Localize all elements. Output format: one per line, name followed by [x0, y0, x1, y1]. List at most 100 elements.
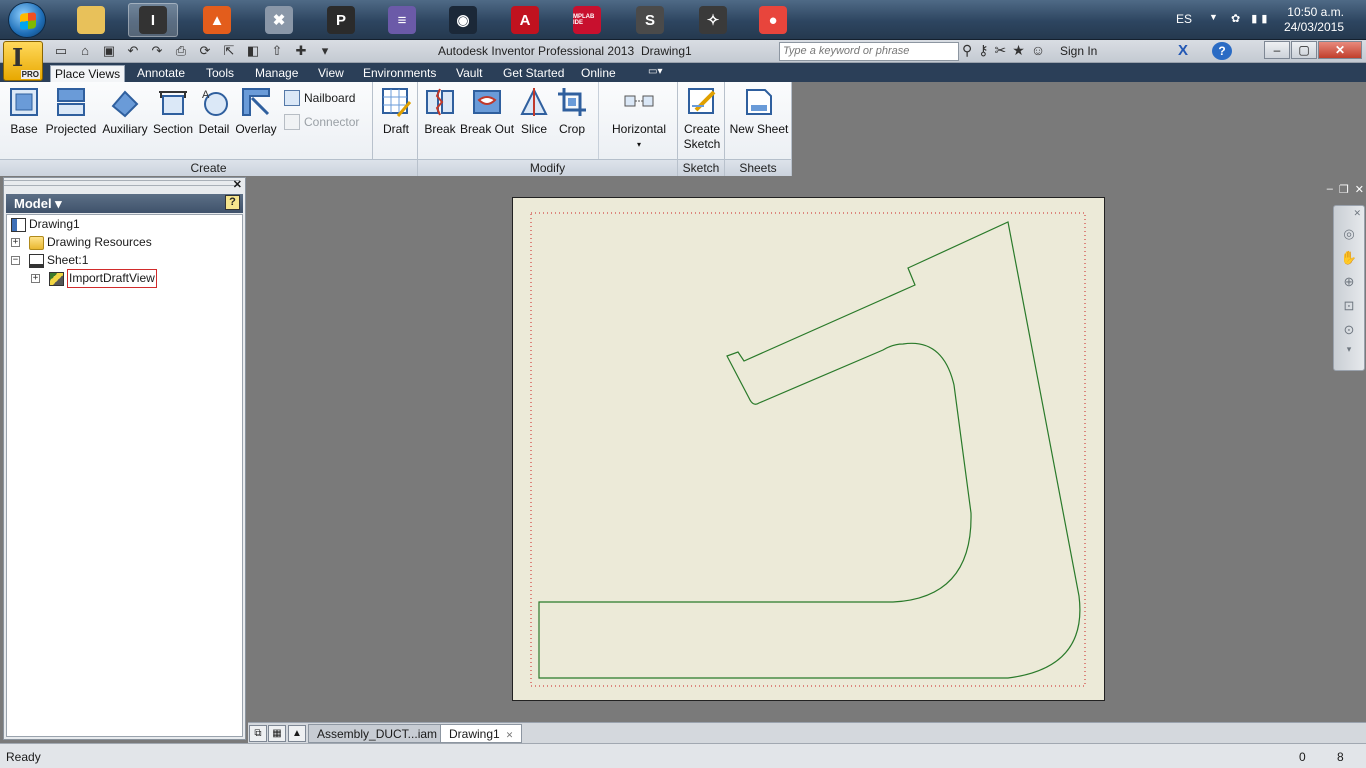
draft-button[interactable]: Draft — [379, 86, 413, 137]
return-icon[interactable]: ⇧ — [266, 42, 288, 60]
expand-icon[interactable]: + — [31, 274, 40, 283]
restore-button[interactable]: ▢ — [1291, 41, 1317, 59]
browser-grip[interactable] — [4, 180, 240, 186]
help-icon[interactable]: ? — [1212, 42, 1232, 60]
close-icon[interactable]: ✕ — [506, 730, 514, 740]
color-icon[interactable]: ◧ — [242, 42, 264, 60]
save-icon[interactable]: ▣ — [98, 42, 120, 60]
tab-place-views[interactable]: Place Views — [50, 65, 126, 82]
auxiliary-button[interactable]: Auxiliary — [100, 86, 150, 137]
qat-dropdown-icon[interactable]: ▾ — [314, 42, 336, 60]
horizontal-button[interactable]: Horizontal ▾ — [606, 86, 672, 152]
taskbar-app-p-app[interactable]: P — [316, 3, 366, 37]
restore-icon[interactable]: ❐ — [1339, 183, 1349, 196]
minimize-button[interactable]: – — [1264, 41, 1290, 59]
nailboard-button[interactable]: Nailboard — [284, 90, 355, 106]
tree-node-import-draft-view[interactable]: + ImportDraftView — [31, 269, 157, 288]
tree-node-drawing[interactable]: Drawing1 — [11, 216, 80, 233]
user-icon[interactable]: ☺ — [1031, 42, 1045, 59]
overlay-button[interactable]: Overlay — [234, 86, 278, 137]
binoculars-icon[interactable]: ⚲ — [962, 42, 972, 59]
zoom-all-icon[interactable]: ⊙ — [1334, 318, 1364, 342]
new-file-icon[interactable]: ▭ — [50, 42, 72, 60]
tab-annotate[interactable]: Annotate — [133, 65, 189, 82]
redo-icon[interactable]: ↷ — [146, 42, 168, 60]
update-icon[interactable]: ⟳ — [194, 42, 216, 60]
tab-vault[interactable]: Vault — [452, 65, 486, 82]
plus-icon[interactable]: ✚ — [290, 42, 312, 60]
taskbar-app-rhino[interactable]: ✧ — [688, 3, 738, 37]
print-icon[interactable]: ⎙ — [170, 42, 192, 60]
taskbar-app-mplab-ide[interactable]: MPLAB IDE — [562, 3, 612, 37]
panel-modify-label: Modify — [418, 159, 677, 176]
connector-button[interactable]: Connector — [284, 114, 359, 130]
select-icon[interactable]: ⇱ — [218, 42, 240, 60]
graphics-window[interactable]: – ❐ ✕ ✕ ◎ ✋ ⊕ ⊡ ⊙ ▾ — [248, 177, 1366, 722]
tile-icon[interactable]: ▦ — [268, 725, 286, 742]
close-icon[interactable]: ✕ — [1334, 206, 1364, 222]
browser-header[interactable]: Model ▾ ? — [6, 194, 243, 213]
detail-button[interactable]: A Detail — [196, 86, 232, 137]
minimize-icon[interactable]: – — [1327, 183, 1333, 196]
tree-node-drawing-resources[interactable]: + Drawing Resources — [11, 234, 152, 251]
undo-icon[interactable]: ↶ — [122, 42, 144, 60]
slice-button[interactable]: Slice — [516, 86, 552, 137]
open-documents-icon[interactable]: ▲ — [288, 725, 306, 742]
tab-manage[interactable]: Manage — [251, 65, 302, 82]
tab-view[interactable]: View — [314, 65, 348, 82]
taskbar-app-x-app[interactable]: ✖ — [254, 3, 304, 37]
ribbon-options-icon[interactable]: ▭▾ — [648, 66, 662, 77]
tab-online[interactable]: Online — [577, 65, 620, 82]
tray-icons[interactable]: ✿ ▮▮ — [1231, 12, 1271, 25]
draft-view-icon — [49, 271, 64, 286]
star-icon[interactable]: ★ — [1012, 42, 1025, 59]
key-icon[interactable]: ⚷ — [978, 42, 988, 59]
exchange-icon[interactable]: X — [1178, 42, 1188, 59]
taskbar-app-autodesk-inventor[interactable]: I — [128, 3, 178, 37]
close-button[interactable]: ✕ — [1318, 41, 1362, 59]
chevron-down-icon[interactable]: ▼ — [1209, 12, 1218, 22]
taskbar-app-autocad[interactable]: A — [500, 3, 550, 37]
taskbar-app-matlab[interactable]: ▲ — [192, 3, 242, 37]
cascade-icon[interactable]: ⧉ — [249, 725, 267, 742]
base-button[interactable]: Base — [6, 86, 42, 137]
break-button[interactable]: Break — [422, 86, 458, 137]
new-sheet-button[interactable]: New Sheet — [729, 86, 789, 137]
collapse-icon[interactable]: − — [11, 256, 20, 265]
projected-button[interactable]: Projected — [44, 86, 98, 137]
clock[interactable]: 10:50 a.m. 24/03/2015 — [1284, 5, 1344, 35]
doc-tab-drawing[interactable]: Drawing1 ✕ — [440, 724, 523, 743]
taskbar-app-equalizer-app[interactable]: ≡ — [377, 3, 427, 37]
tools-icon[interactable]: ✂ — [995, 42, 1007, 59]
open-folder-icon[interactable]: ⌂ — [74, 42, 96, 60]
crop-button[interactable]: Crop — [554, 86, 590, 137]
tab-tools[interactable]: Tools — [202, 65, 238, 82]
drawing-sheet[interactable] — [512, 197, 1105, 701]
taskbar-app-chrome[interactable]: ● — [748, 3, 798, 37]
doc-tab-assembly[interactable]: Assembly_DUCT...iam — [308, 724, 447, 743]
tab-get-started[interactable]: Get Started — [499, 65, 568, 82]
tab-environments[interactable]: Environments — [359, 65, 440, 82]
taskbar-app-windows-explorer[interactable] — [66, 3, 116, 37]
section-button[interactable]: Section — [151, 86, 195, 137]
zoom-icon[interactable]: ⊕ — [1334, 270, 1364, 294]
navbar-menu-icon[interactable]: ▾ — [1334, 342, 1364, 358]
pan-icon[interactable]: ✋ — [1334, 246, 1364, 270]
taskbar-app-sublime-text[interactable]: S — [625, 3, 675, 37]
taskbar-app-steam[interactable]: ◉ — [438, 3, 488, 37]
expand-icon[interactable]: + — [11, 238, 20, 247]
zoom-window-icon[interactable]: ⊡ — [1334, 294, 1364, 318]
close-icon[interactable]: ✕ — [233, 178, 242, 191]
close-icon[interactable]: ✕ — [1355, 183, 1364, 196]
horizontal-dropdown-icon[interactable]: ▾ — [606, 137, 672, 152]
search-input[interactable]: Type a keyword or phrase — [779, 42, 959, 61]
steering-wheel-icon[interactable]: ◎ — [1334, 222, 1364, 246]
start-button[interactable] — [8, 2, 46, 38]
break-out-button[interactable]: Break Out — [460, 86, 514, 137]
create-sketch-button[interactable]: Create Sketch — [682, 86, 722, 152]
language-indicator[interactable]: ES — [1176, 12, 1192, 26]
sign-in-button[interactable]: Sign In — [1060, 44, 1097, 58]
application-menu-button[interactable]: I PRO — [3, 41, 43, 81]
help-icon[interactable]: ? — [225, 195, 240, 210]
tree-node-sheet[interactable]: − Sheet:1 — [11, 252, 88, 269]
